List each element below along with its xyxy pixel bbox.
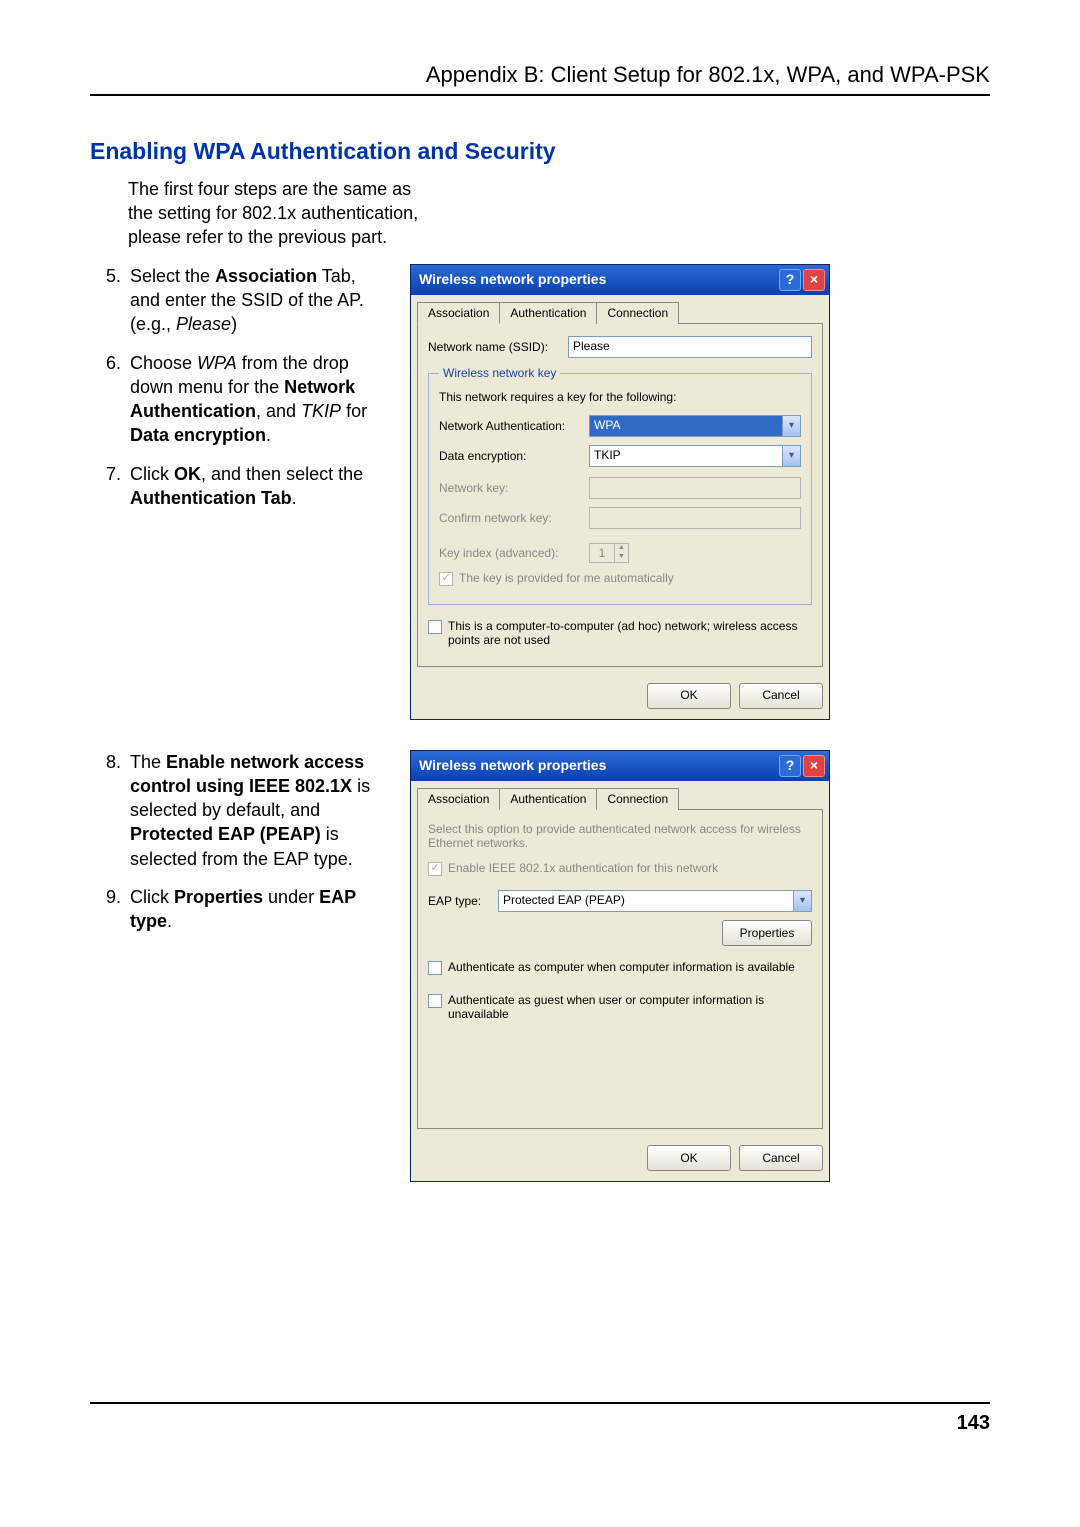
groupbox-legend: Wireless network key [439,366,560,380]
step-7: Click OK, and then select the Authentica… [126,462,390,511]
properties-button[interactable]: Properties [722,920,812,946]
steps-list-2: The Enable network access control using … [90,750,390,934]
auth-as-guest-label: Authenticate as guest when user or compu… [448,993,812,1022]
help-icon[interactable]: ? [779,755,801,777]
ok-button[interactable]: OK [647,683,731,709]
chevron-down-icon[interactable]: ▾ [782,446,800,466]
steps-list-1: Select the Association Tab, and enter th… [90,264,390,511]
auto-key-label: The key is provided for me automatically [459,571,674,585]
titlebar-1: Wireless network properties ? × [411,265,829,295]
tabbar-1: Association Authentication Connection [411,295,829,323]
close-icon[interactable]: × [803,269,825,291]
cancel-button[interactable]: Cancel [739,1145,823,1171]
step-5: Select the Association Tab, and enter th… [126,264,390,337]
step-6: Choose WPA from the drop down menu for t… [126,351,390,448]
tab-association[interactable]: Association [417,302,500,324]
eap-type-label: EAP type: [428,894,488,908]
dialog-title-1: Wireless network properties [419,271,606,288]
adhoc-checkbox[interactable] [428,620,442,634]
chevron-down-icon[interactable]: ▾ [782,416,800,436]
step-8: The Enable network access control using … [126,750,390,871]
confirm-key-label: Confirm network key: [439,511,579,525]
tab-connection[interactable]: Connection [596,302,679,324]
help-icon[interactable]: ? [779,269,801,291]
row-steps-8-9: The Enable network access control using … [90,750,990,1182]
network-key-input [589,477,801,499]
dialog-title-2: Wireless network properties [419,757,606,774]
network-auth-select[interactable]: WPA ▾ [589,415,801,437]
chevron-down-icon[interactable]: ▾ [793,891,811,911]
intro-text: The first four steps are the same as the… [128,177,428,250]
section-title: Enabling WPA Authentication and Security [90,136,990,167]
ssid-label: Network name (SSID): [428,340,558,354]
page-number: 143 [90,1402,990,1437]
page-header-appendix: Appendix B: Client Setup for 802.1x, WPA… [90,60,990,96]
ok-button[interactable]: OK [647,1145,731,1171]
confirm-key-input [589,507,801,529]
ssid-input[interactable]: Please [568,336,812,358]
step-9: Click Properties under EAP type. [126,885,390,934]
row-steps-5-7: Select the Association Tab, and enter th… [90,264,990,720]
enc-label: Data encryption: [439,449,579,463]
key-index-label: Key index (advanced): [439,546,579,560]
titlebar-2: Wireless network properties ? × [411,751,829,781]
close-icon[interactable]: × [803,755,825,777]
tab-association[interactable]: Association [417,788,500,810]
groupbox-wireless-key: Wireless network key This network requir… [428,366,812,605]
tab-connection[interactable]: Connection [596,788,679,810]
auth-hint: Select this option to provide authentica… [428,822,812,851]
tab-authentication[interactable]: Authentication [499,788,597,810]
spinner-down-icon: ▼ [615,553,628,562]
dialog-association: Wireless network properties ? × Associat… [410,264,830,720]
dialog-authentication: Wireless network properties ? × Associat… [410,750,830,1182]
dialog-body-1: Network name (SSID): Please Wireless net… [417,323,823,667]
auth-as-computer-checkbox[interactable] [428,961,442,975]
auth-as-guest-checkbox[interactable] [428,994,442,1008]
tabbar-2: Association Authentication Connection [411,781,829,809]
key-index-spinner: 1 ▲▼ [589,543,629,563]
adhoc-label: This is a computer-to-computer (ad hoc) … [448,619,812,648]
enable-8021x-label: Enable IEEE 802.1x authentication for th… [448,861,718,875]
data-encryption-select[interactable]: TKIP ▾ [589,445,801,467]
cancel-button[interactable]: Cancel [739,683,823,709]
auto-key-checkbox: ✓ [439,572,453,586]
auth-as-computer-label: Authenticate as computer when computer i… [448,960,795,974]
eap-type-select[interactable]: Protected EAP (PEAP) ▾ [498,890,812,912]
enable-8021x-checkbox: ✓ [428,862,442,876]
auth-label: Network Authentication: [439,419,579,433]
tab-authentication[interactable]: Authentication [499,302,597,324]
group-hint: This network requires a key for the foll… [439,390,801,404]
spinner-up-icon: ▲ [615,544,628,553]
network-key-label: Network key: [439,481,579,495]
dialog-body-2: Select this option to provide authentica… [417,809,823,1129]
